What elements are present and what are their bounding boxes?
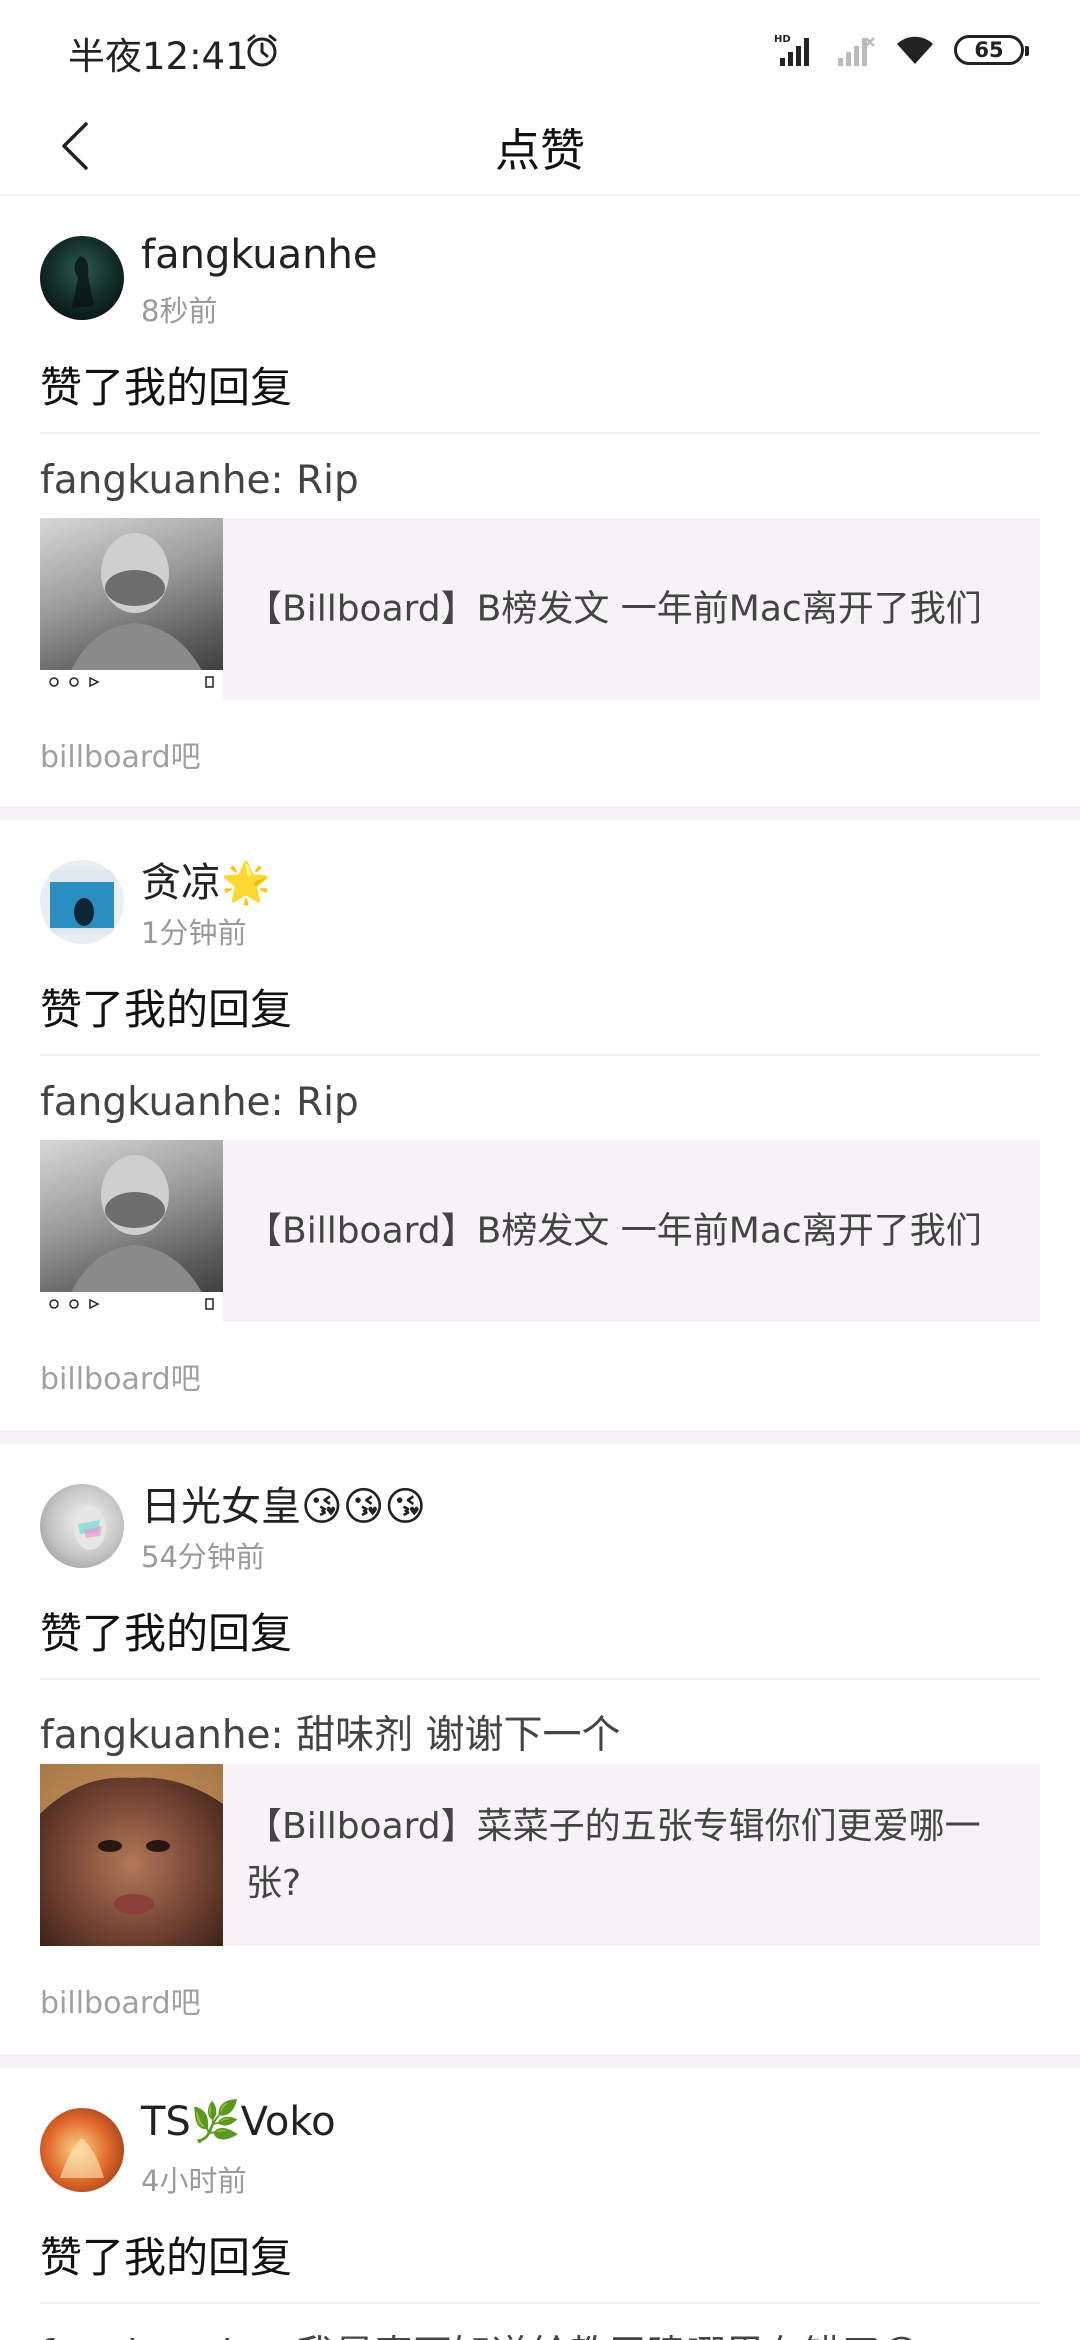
username[interactable]: fangkuanhe bbox=[141, 232, 377, 278]
like-action-text: 赞了我的回复 bbox=[40, 2233, 293, 2282]
username[interactable]: 贪凉🌟 bbox=[141, 850, 271, 908]
reply-text[interactable]: fangkuanhe: 我是真不知道給教甲建哪里有错了😅 bbox=[40, 2324, 922, 2340]
avatar[interactable] bbox=[40, 2108, 124, 2192]
section-divider bbox=[0, 2054, 1080, 2068]
alarm-icon bbox=[247, 34, 277, 67]
timestamp: 54分钟前 bbox=[141, 1540, 265, 1574]
post-thumbnail bbox=[40, 1140, 223, 1322]
notification-card[interactable]: TS🌿Voko 4小时前 赞了我的回复 fangkuanhe: 我是真不知道給教… bbox=[0, 2068, 1080, 2340]
battery-indicator: 65 bbox=[954, 35, 1029, 65]
post-preview[interactable]: 【Billboard】B榜发文 一年前Mac离开了我们 bbox=[40, 518, 1040, 700]
post-preview[interactable]: 【Billboard】菜菜子的五张专辑你们更爱哪一张? bbox=[40, 1764, 1040, 1946]
avatar[interactable] bbox=[40, 1484, 124, 1568]
status-icons: HD 65 bbox=[774, 28, 1029, 72]
avatar[interactable] bbox=[40, 860, 124, 944]
post-thumbnail bbox=[40, 1764, 223, 1946]
forum-name[interactable]: billboard吧 bbox=[40, 732, 201, 776]
reply-text[interactable]: fangkuanhe: Rip bbox=[40, 458, 359, 503]
hd-signal-icon: HD bbox=[774, 34, 809, 66]
notification-card[interactable]: 贪凉🌟 1分钟前 赞了我的回复 fangkuanhe: Rip 【Billboa… bbox=[0, 820, 1080, 1424]
reply-text[interactable]: fangkuanhe: 甜味剂 谢谢下一个 bbox=[40, 1704, 620, 1760]
timestamp: 4小时前 bbox=[141, 2164, 247, 2198]
status-time: 半夜12:41 bbox=[68, 35, 249, 78]
divider bbox=[40, 1678, 1040, 1680]
status-bar: 半夜12:41 HD 65 bbox=[0, 0, 1080, 96]
timestamp: 1分钟前 bbox=[141, 916, 247, 950]
divider bbox=[40, 2302, 1040, 2304]
notification-card[interactable]: fangkuanhe 8秒前 赞了我的回复 fangkuanhe: Rip 【B… bbox=[0, 198, 1080, 802]
like-action-text: 赞了我的回复 bbox=[40, 363, 293, 412]
notification-card[interactable]: 日光女皇😘😘😘 54分钟前 赞了我的回复 fangkuanhe: 甜味剂 谢谢下… bbox=[0, 1444, 1080, 2048]
post-thumbnail bbox=[40, 518, 223, 700]
username[interactable]: TS🌿Voko bbox=[141, 2098, 336, 2145]
page-title: 点赞 bbox=[494, 124, 585, 177]
no-signal-icon bbox=[838, 37, 875, 66]
like-action-text: 赞了我的回复 bbox=[40, 985, 293, 1034]
post-title: 【Billboard】菜菜子的五张专辑你们更爱哪一张? bbox=[246, 1806, 981, 1904]
section-divider bbox=[0, 1430, 1080, 1444]
like-action-text: 赞了我的回复 bbox=[40, 1609, 293, 1658]
post-preview[interactable]: 【Billboard】B榜发文 一年前Mac离开了我们 bbox=[40, 1140, 1040, 1322]
forum-name[interactable]: billboard吧 bbox=[40, 1978, 201, 2022]
reply-text[interactable]: fangkuanhe: Rip bbox=[40, 1080, 359, 1125]
divider bbox=[40, 432, 1040, 434]
divider bbox=[40, 1054, 1040, 1056]
timestamp: 8秒前 bbox=[141, 294, 218, 328]
svg-text:HD: HD bbox=[774, 34, 791, 45]
forum-name[interactable]: billboard吧 bbox=[40, 1354, 201, 1398]
username[interactable]: 日光女皇😘😘😘 bbox=[141, 1474, 426, 1532]
nav-bar: 点赞 bbox=[0, 96, 1080, 196]
post-title: 【Billboard】B榜发文 一年前Mac离开了我们 bbox=[246, 1210, 982, 1252]
avatar[interactable] bbox=[40, 236, 124, 320]
section-divider bbox=[0, 806, 1080, 820]
post-title: 【Billboard】B榜发文 一年前Mac离开了我们 bbox=[246, 588, 982, 630]
wifi-icon bbox=[897, 36, 933, 64]
